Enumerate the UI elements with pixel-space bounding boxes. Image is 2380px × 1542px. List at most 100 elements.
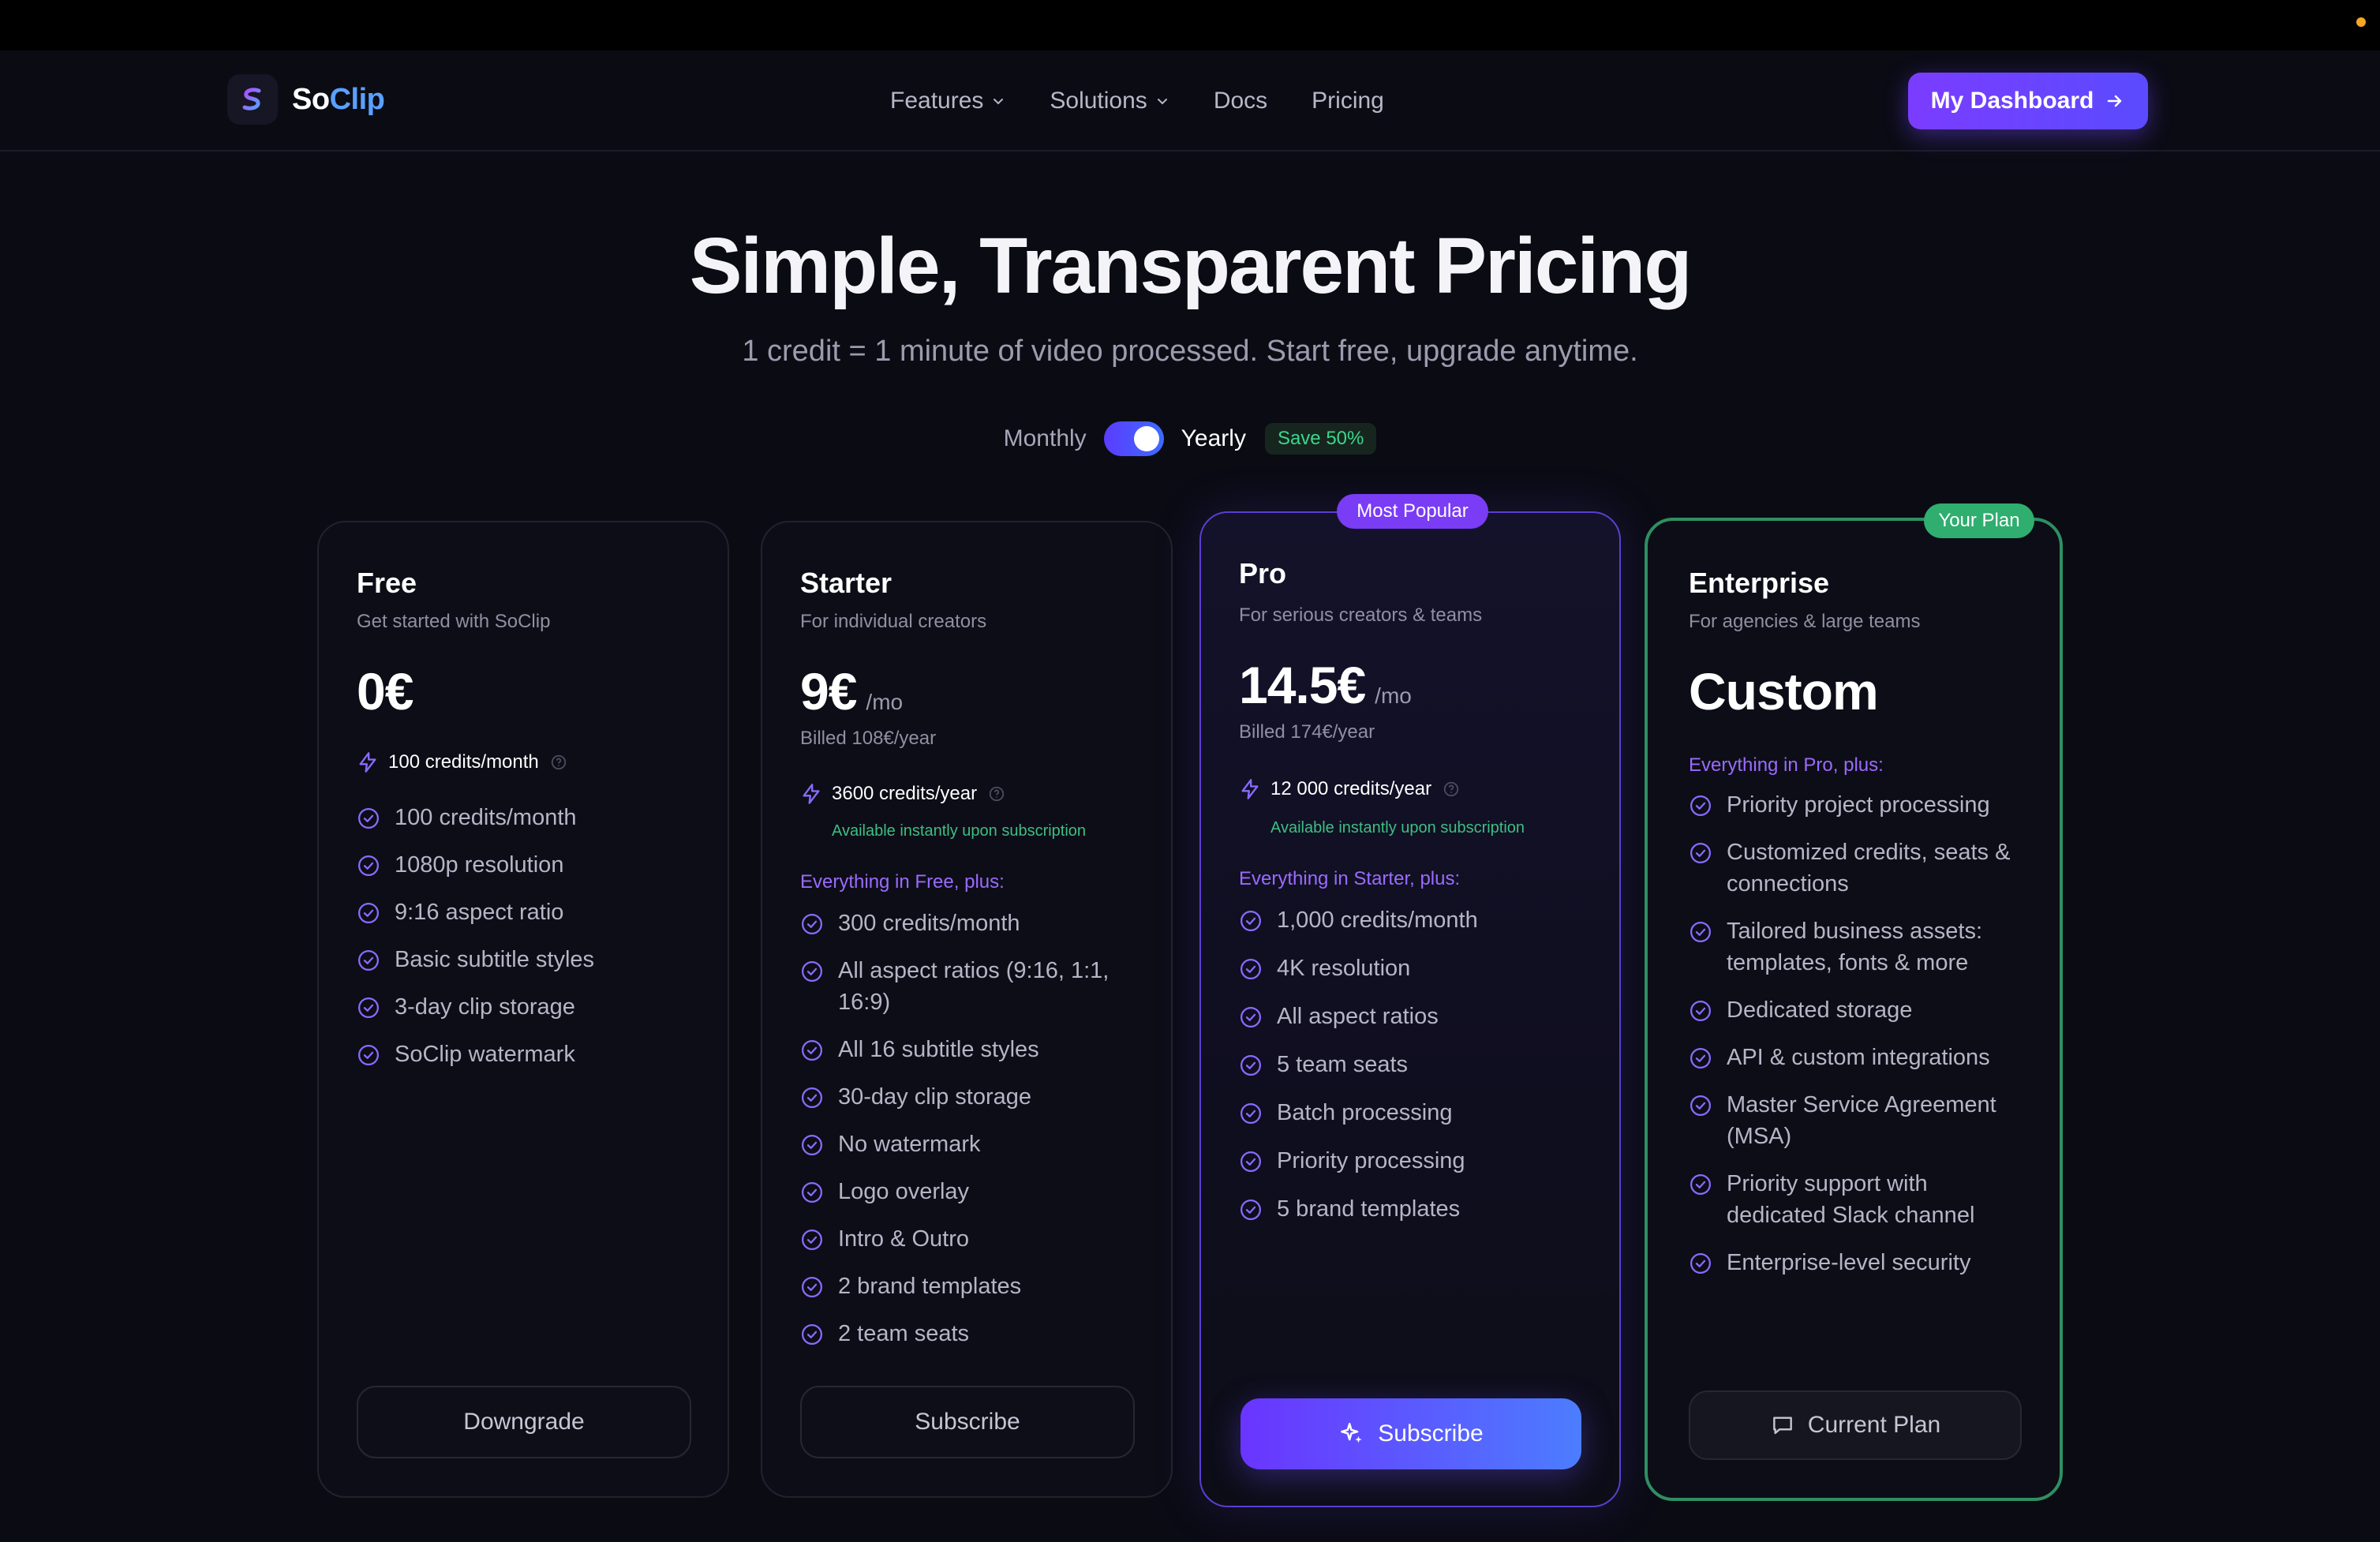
feature-text: No watermark bbox=[838, 1132, 981, 1157]
sparkle-icon bbox=[1341, 1422, 1363, 1443]
price-value: 14.5€ bbox=[1239, 656, 1366, 714]
feature-item: Basic subtitle styles bbox=[357, 944, 594, 975]
window-top-bar bbox=[0, 0, 2380, 51]
billing-toggle[interactable] bbox=[1103, 421, 1164, 456]
feature-item: 2 brand templates bbox=[800, 1271, 1124, 1302]
my-dashboard-label: My Dashboard bbox=[1930, 88, 2094, 114]
check-circle-icon bbox=[358, 1045, 379, 1065]
feature-text: 3-day clip storage bbox=[395, 994, 575, 1020]
plus-heading: Everything in Starter, plus: bbox=[1239, 868, 1461, 889]
feature-item: 5 brand templates bbox=[1239, 1193, 1478, 1225]
feature-item: Dedicated storage bbox=[1689, 994, 2026, 1026]
nav-solutions[interactable]: Solutions bbox=[1050, 88, 1169, 114]
feature-text: 2 brand templates bbox=[838, 1274, 1022, 1299]
feature-text: Enterprise-level security bbox=[1727, 1250, 1971, 1275]
instant-availability: Available instantly upon subscription bbox=[1270, 819, 1525, 836]
nav-docs[interactable]: Docs bbox=[1214, 88, 1267, 114]
feature-item: Tailored business assets: templates, fon… bbox=[1689, 915, 2026, 979]
check-circle-icon bbox=[802, 1182, 822, 1203]
feature-text: 2 team seats bbox=[838, 1321, 970, 1346]
feature-text: 5 brand templates bbox=[1277, 1196, 1461, 1222]
feature-item: Priority processing bbox=[1239, 1145, 1478, 1177]
plan-card-starter: Starter For individual creators 9€ /mo Bi… bbox=[761, 521, 1173, 1498]
help-icon[interactable] bbox=[988, 785, 1005, 803]
feature-item: Priority support with dedicated Slack ch… bbox=[1689, 1168, 2026, 1231]
feature-text: 1,000 credits/month bbox=[1277, 908, 1478, 933]
price-value: Custom bbox=[1689, 662, 1879, 720]
check-circle-icon bbox=[358, 808, 379, 829]
check-circle-icon bbox=[802, 1277, 822, 1297]
plan-price: 0€ bbox=[357, 661, 414, 721]
my-dashboard-button[interactable]: My Dashboard bbox=[1908, 73, 2148, 129]
feature-item: Customized credits, seats & connections bbox=[1689, 836, 2026, 900]
feature-text: Priority support with dedicated Slack ch… bbox=[1727, 1171, 1975, 1228]
page-subtitle: 1 credit = 1 minute of video processed. … bbox=[742, 335, 1638, 368]
pro-subscribe-button[interactable]: Subscribe bbox=[1241, 1398, 1581, 1469]
check-circle-icon bbox=[358, 855, 379, 876]
chevron-down-icon bbox=[1157, 99, 1167, 105]
nav-pricing[interactable]: Pricing bbox=[1312, 88, 1384, 114]
status-dot bbox=[2356, 17, 2366, 27]
plan-credits: 3600 credits/year bbox=[800, 783, 1015, 805]
check-circle-icon bbox=[1690, 1001, 1711, 1021]
logo[interactable]: SoClip bbox=[227, 74, 385, 125]
plan-description: For serious creators & teams bbox=[1239, 604, 1483, 626]
feature-item: Enterprise-level security bbox=[1689, 1247, 2026, 1278]
feature-item: Intro & Outro bbox=[800, 1223, 1124, 1255]
page-title: Simple, Transparent Pricing bbox=[689, 222, 1693, 310]
check-circle-icon bbox=[1690, 1253, 1711, 1274]
check-circle-icon bbox=[802, 914, 822, 934]
chevron-down-icon bbox=[994, 99, 1004, 105]
check-circle-icon bbox=[1241, 1007, 1261, 1027]
check-circle-icon bbox=[358, 997, 379, 1018]
starter-subscribe-button[interactable]: Subscribe bbox=[800, 1386, 1135, 1458]
feature-list: 1,000 credits/month 4K resolution All as… bbox=[1239, 904, 1478, 1225]
feature-item: 3-day clip storage bbox=[357, 991, 594, 1023]
feature-item: 9:16 aspect ratio bbox=[357, 896, 594, 928]
yearly-label[interactable]: Yearly bbox=[1181, 425, 1246, 452]
downgrade-button[interactable]: Downgrade bbox=[357, 1386, 691, 1458]
feature-item: Batch processing bbox=[1239, 1097, 1478, 1128]
feature-text: All aspect ratios bbox=[1277, 1004, 1439, 1029]
current-plan-button[interactable]: Current Plan bbox=[1689, 1390, 2022, 1460]
check-circle-icon bbox=[1241, 1200, 1261, 1220]
current-plan-label: Current Plan bbox=[1807, 1412, 1941, 1438]
your-plan-badge: Your Plan bbox=[1924, 503, 2034, 538]
plan-card-free: Free Get started with SoClip 0€ 100 cred… bbox=[317, 521, 729, 1498]
monthly-label[interactable]: Monthly bbox=[1004, 425, 1087, 452]
feature-item: 1,000 credits/month bbox=[1239, 904, 1478, 936]
check-circle-icon bbox=[802, 1087, 822, 1108]
billed-text: Billed 108€/year bbox=[800, 728, 937, 749]
feature-item: Master Service Agreement (MSA) bbox=[1689, 1089, 2026, 1152]
plan-name: Enterprise bbox=[1689, 567, 1830, 599]
check-circle-icon bbox=[1241, 911, 1261, 931]
nav-features-label: Features bbox=[890, 88, 984, 114]
check-circle-icon bbox=[358, 950, 379, 971]
feature-text: SoClip watermark bbox=[395, 1042, 575, 1067]
plan-name: Pro bbox=[1239, 557, 1287, 589]
nav-features[interactable]: Features bbox=[890, 88, 1005, 114]
plan-credits: 100 credits/month bbox=[357, 751, 577, 773]
toggle-knob bbox=[1133, 426, 1159, 451]
check-circle-icon bbox=[1690, 1048, 1711, 1069]
help-icon[interactable] bbox=[1443, 780, 1460, 798]
plus-heading: Everything in Pro, plus: bbox=[1689, 754, 1884, 776]
check-circle-icon bbox=[802, 1135, 822, 1155]
feature-text: Dedicated storage bbox=[1727, 997, 1913, 1023]
feature-text: API & custom integrations bbox=[1727, 1045, 1990, 1070]
help-icon[interactable] bbox=[550, 754, 567, 771]
feature-text: 4K resolution bbox=[1277, 956, 1411, 981]
credits-text: 12 000 credits/year bbox=[1270, 778, 1432, 799]
feature-text: Master Service Agreement (MSA) bbox=[1727, 1092, 1996, 1149]
check-circle-icon bbox=[1241, 1151, 1261, 1172]
feature-list: 300 credits/month All aspect ratios (9:1… bbox=[800, 908, 1124, 1349]
feature-text: 5 team seats bbox=[1277, 1052, 1409, 1077]
price-period: /mo bbox=[866, 690, 904, 714]
plan-name: Starter bbox=[800, 567, 892, 599]
price-period: /mo bbox=[1375, 683, 1412, 708]
brand-name: SoClip bbox=[292, 82, 385, 116]
feature-item: API & custom integrations bbox=[1689, 1042, 2026, 1073]
feature-text: Priority processing bbox=[1277, 1148, 1465, 1173]
check-circle-icon bbox=[1690, 843, 1711, 863]
feature-text: All 16 subtitle styles bbox=[838, 1037, 1039, 1062]
